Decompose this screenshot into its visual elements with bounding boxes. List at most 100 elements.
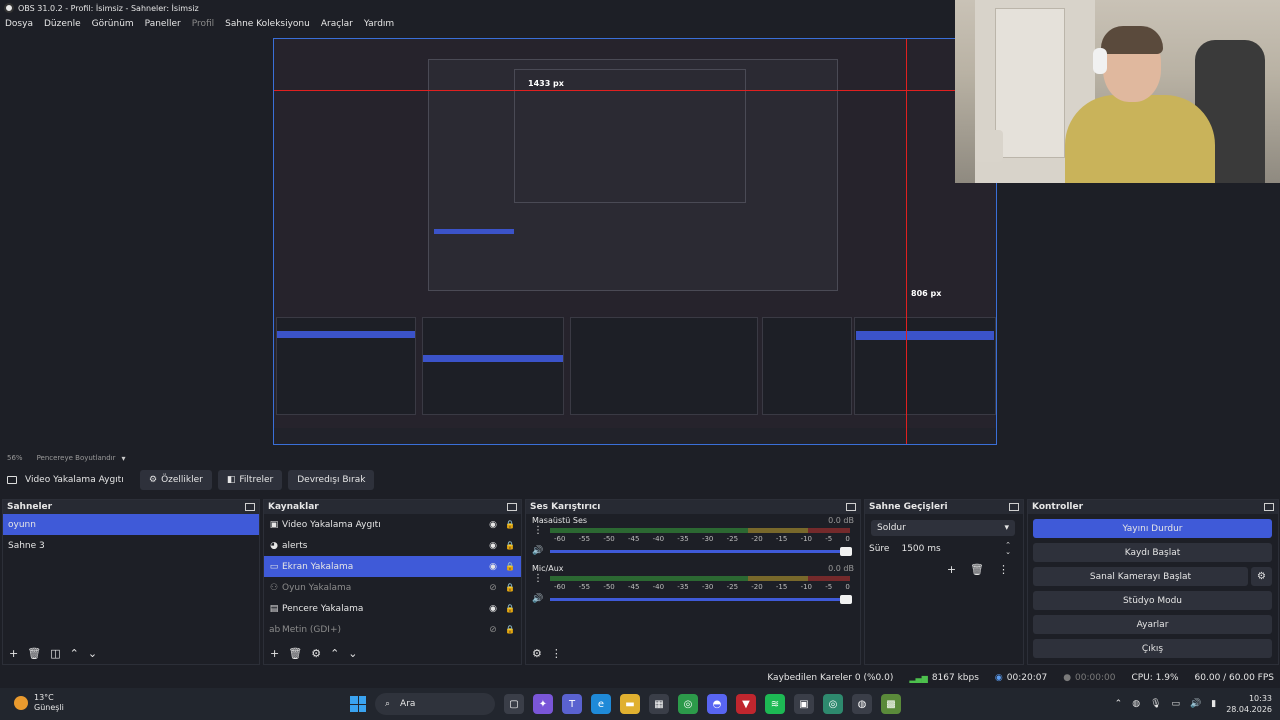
search-placeholder: Ara: [400, 699, 416, 709]
menu-help[interactable]: Yardım: [364, 19, 394, 29]
float-dock-icon[interactable]: [507, 503, 517, 511]
transition-select[interactable]: Soldur ▾: [871, 520, 1015, 536]
volume-slider[interactable]: [550, 546, 852, 556]
copilot-icon[interactable]: ✦: [533, 694, 553, 714]
source-item[interactable]: ⚇ Oyun Yakalama ⊘ 🔒: [264, 577, 521, 598]
studio-mode-button[interactable]: Stüdyo Modu: [1033, 591, 1272, 610]
more-icon[interactable]: ⋮: [532, 573, 544, 584]
filters-button[interactable]: ◧ Filtreler: [217, 470, 283, 490]
scale-mode[interactable]: Pencereye Boyutlandır: [37, 454, 116, 462]
gear-icon[interactable]: ⚙: [311, 647, 321, 660]
chevron-up-icon[interactable]: ⌃: [1115, 699, 1123, 709]
chrome-alt-icon[interactable]: ◎: [823, 694, 843, 714]
menu-view[interactable]: Görünüm: [92, 19, 134, 29]
minecraft-icon[interactable]: ▩: [881, 694, 901, 714]
float-dock-icon[interactable]: [1264, 503, 1274, 511]
edge-icon[interactable]: e: [591, 694, 611, 714]
settings-button[interactable]: Ayarlar: [1033, 615, 1272, 634]
height-guide-label: 806 px: [911, 289, 942, 298]
add-icon[interactable]: +: [9, 647, 18, 660]
scene-item[interactable]: Sahne 3: [3, 535, 259, 556]
obs-taskbar-icon[interactable]: ◍: [852, 694, 872, 714]
menu-file[interactable]: Dosya: [5, 19, 33, 29]
lock-icon[interactable]: 🔒: [505, 541, 515, 550]
menu-scene-collection[interactable]: Sahne Koleksiyonu: [225, 19, 310, 29]
clock[interactable]: 10:33 28.04.2026: [1226, 693, 1272, 715]
lock-icon[interactable]: 🔒: [505, 604, 515, 613]
menu-docks[interactable]: Paneller: [145, 19, 181, 29]
taskbar-search[interactable]: ⌕ Ara: [375, 693, 495, 715]
duration-input[interactable]: 1500 ms ⌃ ⌄: [893, 542, 1015, 556]
float-dock-icon[interactable]: [245, 503, 255, 511]
battery-icon[interactable]: ▮: [1211, 699, 1216, 709]
red-app-icon[interactable]: ▼: [736, 694, 756, 714]
discord-icon[interactable]: ◓: [707, 694, 727, 714]
current-source-label: Video Yakalama Aygıtı: [25, 475, 124, 485]
speaker-icon[interactable]: 🔊: [532, 594, 544, 604]
more-icon[interactable]: ⋮: [998, 563, 1009, 576]
capture-icon[interactable]: ▣: [794, 694, 814, 714]
mic-icon[interactable]: 🎙: [1150, 699, 1161, 709]
lock-icon[interactable]: 🔒: [505, 562, 515, 571]
volume-slider[interactable]: [550, 594, 852, 604]
source-item[interactable]: ▣ Video Yakalama Aygıtı ◉ 🔒: [264, 514, 521, 535]
eye-icon[interactable]: ◉: [487, 520, 499, 530]
more-icon[interactable]: ⋮: [551, 647, 562, 660]
trash-icon[interactable]: 🗑: [970, 563, 984, 576]
file-explorer-icon[interactable]: ▬: [620, 694, 640, 714]
more-icon[interactable]: ⋮: [532, 525, 544, 536]
lock-icon[interactable]: 🔒: [505, 625, 515, 634]
menu-tools[interactable]: Araçlar: [321, 19, 353, 29]
eye-icon[interactable]: ◉: [487, 541, 499, 551]
eye-icon[interactable]: ◉: [487, 562, 499, 572]
lock-icon[interactable]: 🔒: [505, 520, 515, 529]
deactivate-button[interactable]: Devredışı Bırak: [288, 470, 375, 490]
spinner-icon[interactable]: ⌃ ⌄: [1005, 542, 1011, 556]
add-icon[interactable]: +: [947, 563, 956, 576]
spotify-icon[interactable]: ≋: [765, 694, 785, 714]
gear-icon[interactable]: ⚙: [1251, 567, 1272, 586]
windows-start-icon[interactable]: [350, 696, 366, 712]
scale-dropdown-icon[interactable]: ▾: [121, 454, 125, 463]
float-dock-icon[interactable]: [1009, 503, 1019, 511]
teams-icon[interactable]: T: [562, 694, 582, 714]
start-virtualcam-button[interactable]: Sanal Kamerayı Başlat: [1033, 567, 1248, 586]
mixer-channel: Mic/Aux 0.0 dB ⋮ -60 -55 -50 -45 -40 -35 -30 -2…: [526, 562, 860, 606]
move-up-icon[interactable]: ⌃: [330, 647, 339, 660]
move-down-icon[interactable]: ⌄: [88, 647, 97, 660]
eye-hidden-icon[interactable]: ⊘: [487, 625, 499, 635]
source-item[interactable]: ◕ alerts ◉ 🔒: [264, 535, 521, 556]
store-icon[interactable]: ▦: [649, 694, 669, 714]
lock-icon[interactable]: 🔒: [505, 583, 515, 592]
menu-edit[interactable]: Düzenle: [44, 19, 81, 29]
volume-icon[interactable]: 🔊: [1190, 699, 1201, 709]
scene-item[interactable]: oyunn: [3, 514, 259, 535]
speaker-icon[interactable]: 🔊: [532, 546, 544, 556]
source-item[interactable]: ab Metin (GDI+) ⊘ 🔒: [264, 619, 521, 640]
obs-tray-icon[interactable]: ◍: [1132, 699, 1140, 709]
stop-stream-button[interactable]: Yayını Durdur: [1033, 519, 1272, 538]
start-recording-button[interactable]: Kaydı Başlat: [1033, 543, 1272, 562]
float-dock-icon[interactable]: [846, 503, 856, 511]
gear-icon[interactable]: ⚙: [532, 647, 542, 660]
slider-handle[interactable]: [840, 594, 852, 604]
add-icon[interactable]: +: [270, 647, 279, 660]
source-item[interactable]: ▭ Ekran Yakalama ◉ 🔒: [264, 556, 521, 577]
source-item[interactable]: ▤ Pencere Yakalama ◉ 🔒: [264, 598, 521, 619]
move-down-icon[interactable]: ⌄: [348, 647, 357, 660]
filter-icon[interactable]: ◫: [50, 647, 60, 660]
preview-canvas[interactable]: 1433 px 806 px: [273, 38, 997, 445]
chrome-icon[interactable]: ◎: [678, 694, 698, 714]
slider-handle[interactable]: [840, 546, 852, 556]
network-icon[interactable]: ▭: [1172, 699, 1181, 709]
task-view-icon[interactable]: ▢: [504, 694, 524, 714]
trash-icon[interactable]: 🗑: [27, 647, 41, 660]
properties-button[interactable]: ⚙ Özellikler: [140, 470, 212, 490]
move-up-icon[interactable]: ⌃: [70, 647, 79, 660]
exit-button[interactable]: Çıkış: [1033, 639, 1272, 658]
weather-widget[interactable]: 13°C Güneşli: [14, 693, 64, 713]
eye-icon[interactable]: ◉: [487, 604, 499, 614]
eye-hidden-icon[interactable]: ⊘: [487, 583, 499, 593]
trash-icon[interactable]: 🗑: [288, 647, 302, 660]
menu-profile[interactable]: Profil: [192, 19, 214, 29]
